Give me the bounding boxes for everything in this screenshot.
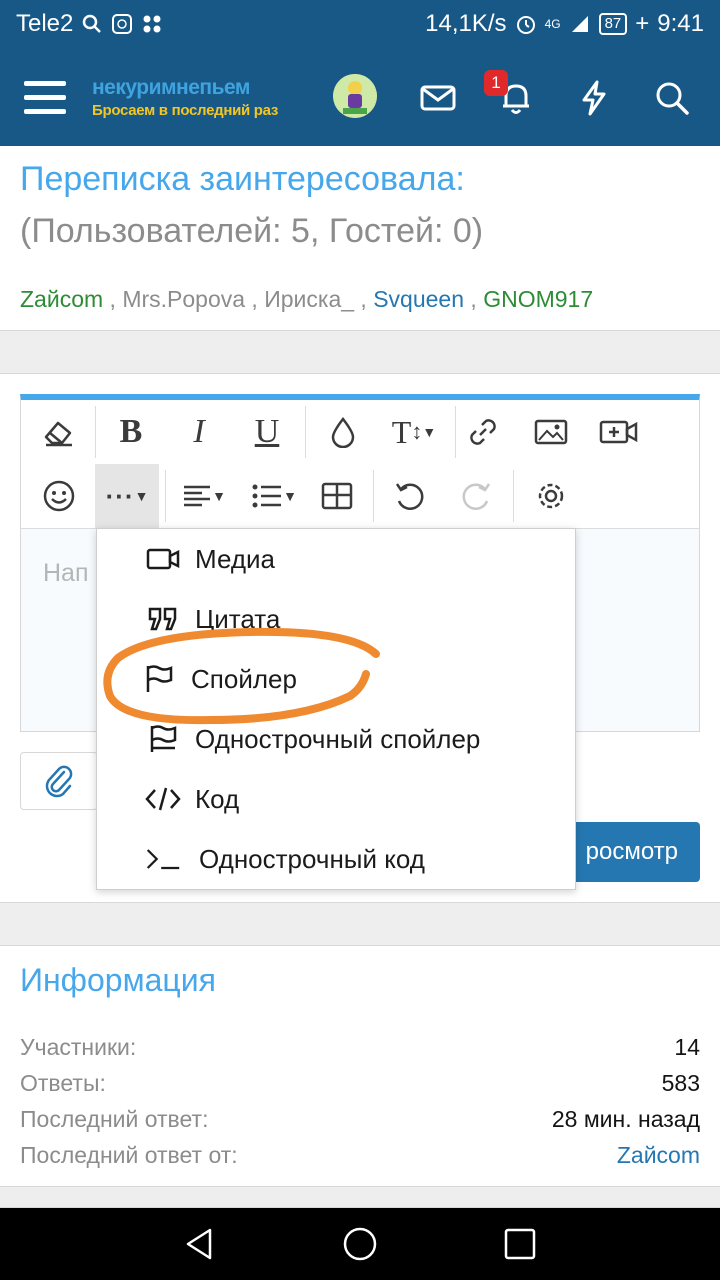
system-nav-bar [0, 1208, 720, 1280]
info-value: 14 [674, 1034, 700, 1060]
settings-icon[interactable] [521, 464, 581, 528]
carrier-label: Tele2 [16, 10, 74, 37]
smiley-icon[interactable] [29, 464, 89, 528]
align-icon[interactable]: ▼ [171, 464, 237, 528]
code-icon [145, 781, 181, 817]
section-divider [0, 330, 720, 374]
inline-flag-icon [145, 721, 181, 757]
quote-icon [145, 601, 181, 637]
italic-icon[interactable]: I [169, 400, 229, 464]
battery-indicator: 87 [598, 13, 628, 35]
menu-item-label: Медиа [195, 543, 275, 574]
alarm-icon [515, 13, 537, 35]
section-divider [0, 1186, 720, 1208]
search-small-icon [81, 13, 103, 35]
user-link[interactable]: GNOM917 [483, 286, 593, 312]
info-label: Последний ответ от: [20, 1142, 238, 1168]
status-bar: Tele2 14,1K/s 4G 87 + 9:41 [0, 0, 720, 52]
menu-item-inline-code[interactable]: Однострочный код [97, 829, 575, 889]
info-title: Информация [20, 962, 216, 998]
user-link[interactable]: Zaйсom [20, 286, 103, 312]
text-size-icon[interactable]: T ↕ ▼ [381, 400, 447, 464]
editor-toolbar-row-1: B I U T ↕ ▼ [21, 400, 699, 464]
recents-icon[interactable] [502, 1226, 538, 1262]
underline-icon[interactable]: U [237, 400, 297, 464]
info-label: Последний ответ: [20, 1106, 209, 1132]
menu-item-label: Однострочный код [199, 843, 425, 874]
signal-label: 4G [544, 17, 561, 31]
list-icon[interactable]: ▼ [241, 464, 307, 528]
clock: 9:41 [657, 10, 704, 37]
info-value: 583 [661, 1070, 700, 1096]
info-label: Ответы: [20, 1070, 106, 1096]
video-icon[interactable] [589, 400, 649, 464]
menu-item-quote[interactable]: Цитата [97, 589, 575, 649]
info-label: Участники: [20, 1034, 137, 1060]
back-icon[interactable] [182, 1226, 218, 1262]
notification-badge: 1 [484, 70, 508, 96]
signal-icon [569, 13, 591, 35]
watching-users-list: Zaйсom , Mrs.Popova , Ириска_ , Svqueen … [20, 286, 594, 312]
menu-icon[interactable] [24, 81, 66, 115]
net-speed: 14,1K/s [425, 10, 507, 37]
menu-item-spoiler[interactable]: Спойлер [97, 649, 575, 709]
info-row-members: Участники: 14 [20, 1034, 700, 1066]
menu-item-media[interactable]: Медиа [97, 529, 575, 589]
color-drop-icon[interactable] [313, 400, 373, 464]
eraser-icon[interactable] [29, 400, 89, 464]
search-icon[interactable] [652, 78, 692, 118]
preview-button[interactable]: росмотр [560, 822, 700, 882]
app-notification-icon [111, 13, 133, 35]
menu-item-label: Однострочный спойлер [195, 723, 481, 754]
menu-item-code[interactable]: Код [97, 769, 575, 829]
info-row-replies: Ответы: 583 [20, 1070, 700, 1102]
more-icon[interactable]: ··· ▼ [95, 464, 159, 528]
menu-item-label: Спойлер [191, 663, 297, 694]
insert-menu: Медиа Цитата Спойлер Однострочный спойле… [96, 528, 576, 890]
info-row-last-reply-by: Последний ответ от: Zaйсom [20, 1142, 700, 1174]
user-avatar[interactable] [333, 74, 377, 118]
editor-toolbar-row-2: ··· ▼ ▼ ▼ [21, 464, 699, 528]
flag-icon [141, 661, 177, 697]
logo-title: некуримнепьем [92, 76, 250, 99]
table-icon[interactable] [307, 464, 367, 528]
section-divider [0, 902, 720, 946]
menu-item-label: Цитата [195, 603, 281, 634]
user-link[interactable]: Ириска_ [264, 286, 354, 312]
lightning-icon[interactable] [574, 78, 614, 118]
watching-count: (Пользователей: 5, Гостей: 0) [20, 212, 484, 250]
info-row-last-reply: Последний ответ: 28 мин. назад [20, 1106, 700, 1138]
app-bar: некуримнепьем Бросаем в последний раз 1 [0, 52, 720, 146]
watching-title: Переписка заинтересовала: [20, 160, 465, 198]
menu-item-label: Код [195, 783, 240, 814]
app-grid-icon [141, 13, 163, 35]
link-icon[interactable] [453, 400, 513, 464]
bold-icon[interactable]: B [101, 400, 161, 464]
video-camera-icon [145, 541, 181, 577]
undo-icon[interactable] [379, 464, 439, 528]
last-reply-user-link[interactable]: Zaйсom [617, 1142, 700, 1169]
logo-subtitle: Бросаем в последний раз [92, 102, 279, 119]
charging-icon: + [635, 10, 650, 37]
redo-icon[interactable] [447, 464, 507, 528]
attach-file-button[interactable] [20, 752, 98, 810]
terminal-icon [145, 841, 181, 877]
info-value: 28 мин. назад [551, 1106, 700, 1132]
site-logo[interactable]: некуримнепьем Бросаем в последний раз [92, 76, 278, 119]
mail-icon[interactable] [418, 78, 458, 118]
message-placeholder: Нап [43, 559, 89, 587]
menu-item-inline-spoiler[interactable]: Однострочный спойлер [97, 709, 575, 769]
image-icon[interactable] [521, 400, 581, 464]
home-icon[interactable] [342, 1226, 378, 1262]
user-link[interactable]: Mrs.Popova [122, 286, 245, 312]
user-link[interactable]: Svqueen [373, 286, 464, 312]
